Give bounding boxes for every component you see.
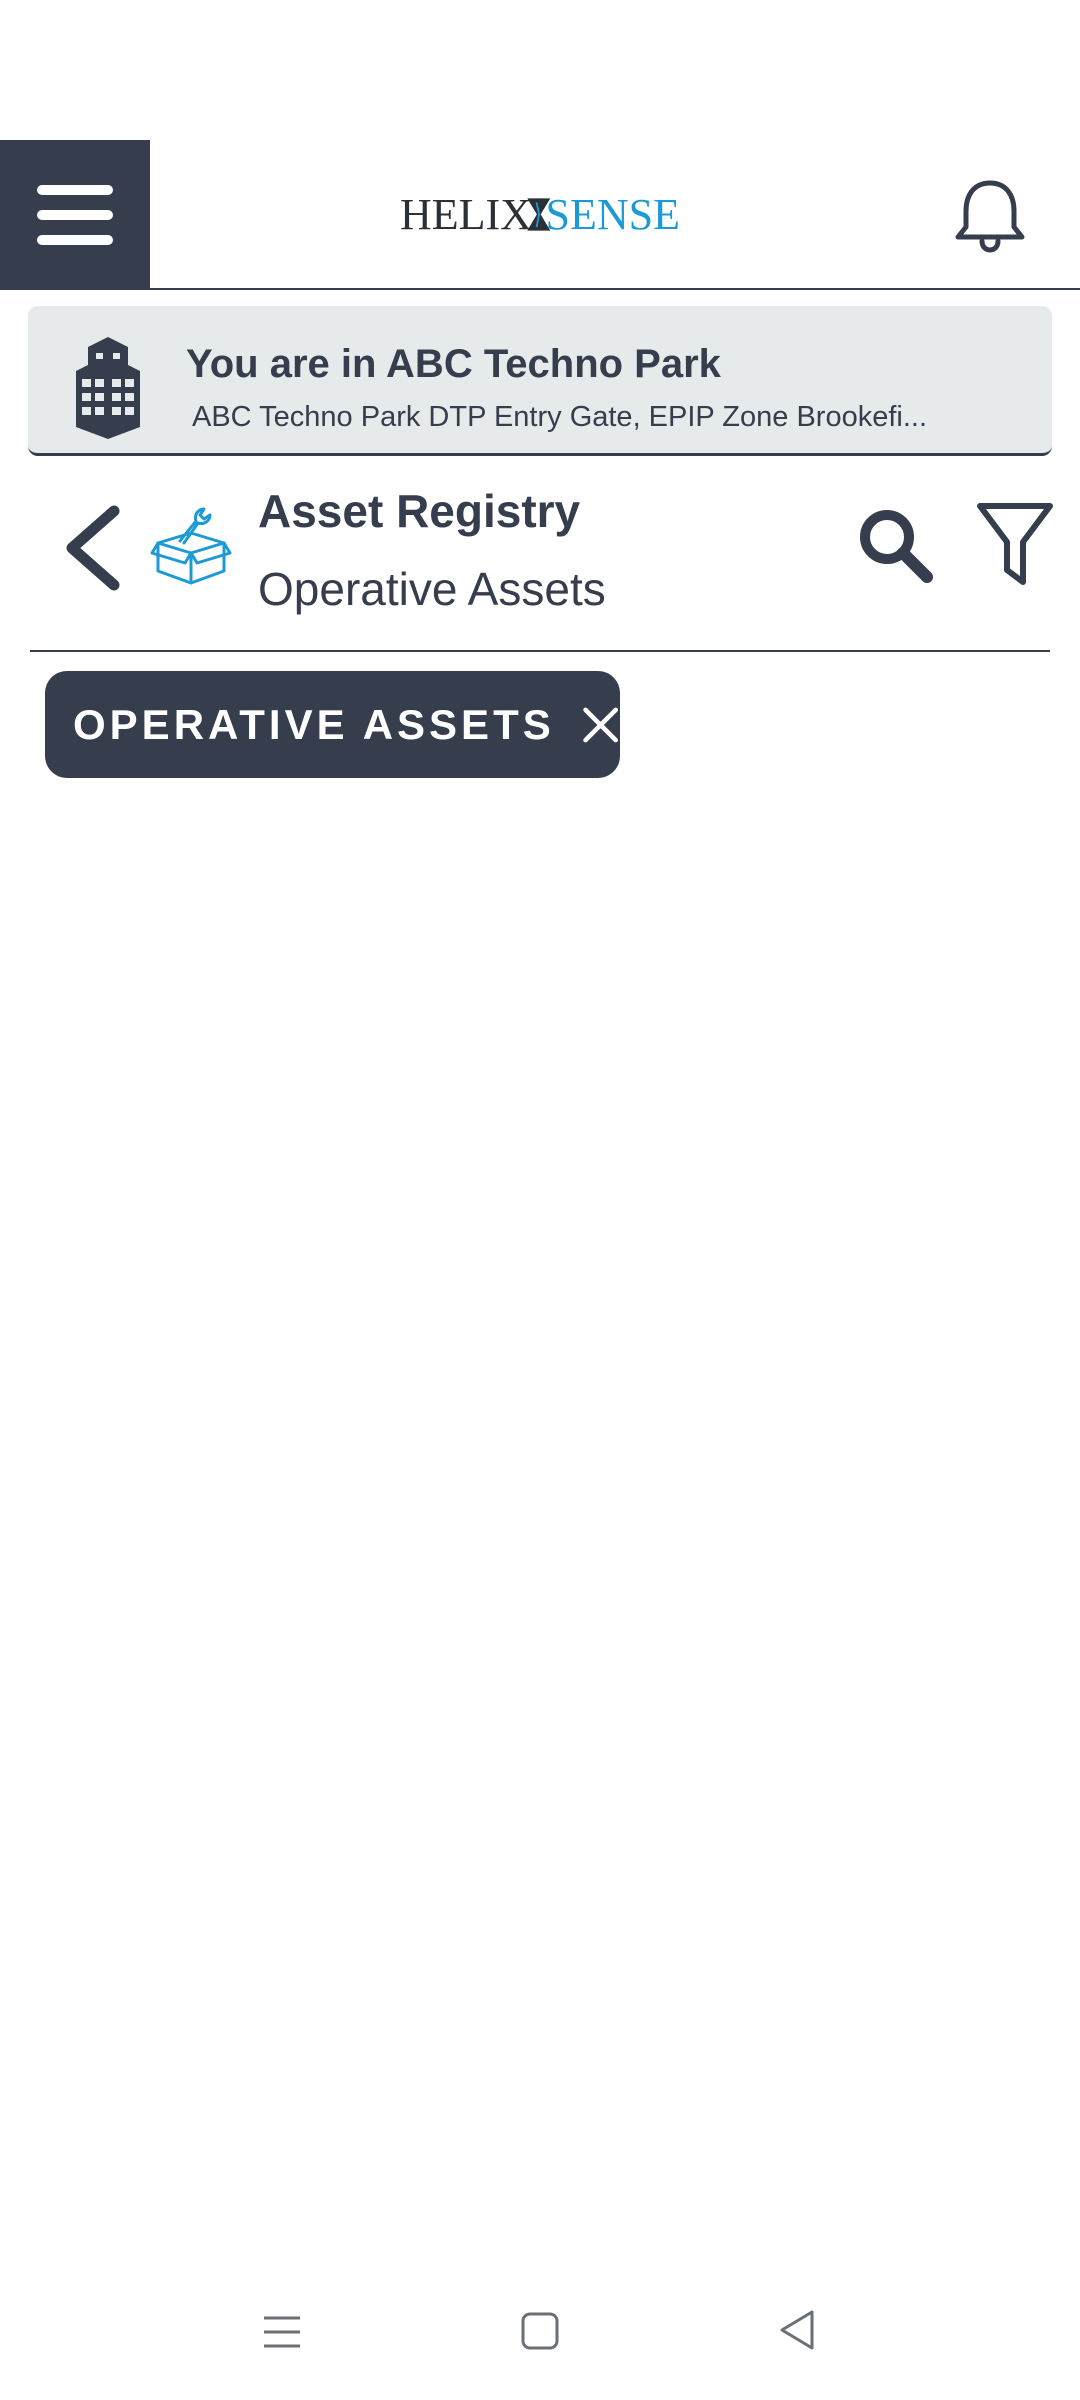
location-address: ABC Techno Park DTP Entry Gate, EPIP Zon… xyxy=(192,401,928,433)
nav-home-icon[interactable] xyxy=(520,2310,560,2352)
chevron-left-icon xyxy=(66,505,120,591)
page-subtitle: Operative Assets xyxy=(258,563,606,615)
notifications-button[interactable] xyxy=(950,175,1030,255)
search-button[interactable] xyxy=(855,505,935,585)
filter-chip-operative-assets[interactable]: OPERATIVE ASSETS xyxy=(45,671,620,778)
title-divider xyxy=(30,650,1050,652)
filter-funnel-icon xyxy=(977,503,1053,585)
hamburger-menu-icon xyxy=(37,185,113,245)
back-button[interactable] xyxy=(60,505,130,591)
bell-icon xyxy=(955,180,1025,253)
asset-box-wrench-icon xyxy=(150,507,232,585)
logo-text-right: SENSE xyxy=(545,190,680,239)
logo-text-left: HELIX xyxy=(400,190,532,239)
helixsense-logo: HELIX SENSE xyxy=(400,162,680,267)
nav-back-icon[interactable] xyxy=(778,2308,818,2352)
filter-button[interactable] xyxy=(975,500,1055,590)
menu-button[interactable] xyxy=(0,140,150,290)
search-icon xyxy=(860,510,933,583)
close-icon[interactable] xyxy=(581,699,620,751)
page-title: Asset Registry xyxy=(258,485,581,537)
filter-chip-label: OPERATIVE ASSETS xyxy=(73,700,555,748)
header-divider xyxy=(150,288,1080,290)
building-icon xyxy=(76,337,140,439)
nav-recents-icon[interactable] xyxy=(262,2312,302,2352)
location-title: You are in ABC Techno Park xyxy=(186,342,721,386)
